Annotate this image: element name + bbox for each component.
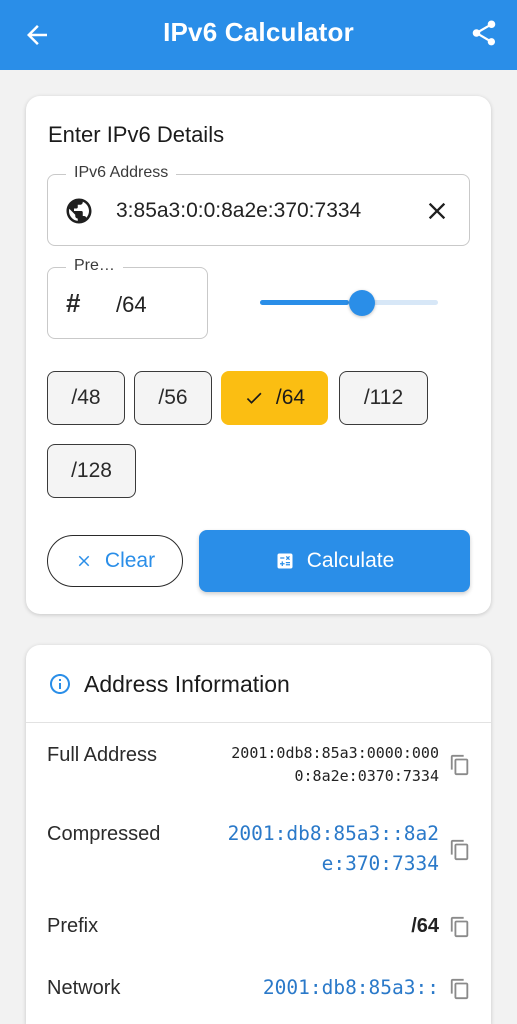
clear-button-label: Clear bbox=[104, 549, 156, 572]
close-icon bbox=[78, 555, 90, 567]
page-title: IPv6 Calculator bbox=[163, 17, 354, 47]
full-address-value: 2001:0db8:85a3:0000:0000:8a2e:0370:7334 bbox=[231, 744, 439, 785]
prefix-chip-56[interactable]: /56 bbox=[134, 371, 212, 425]
slider-thumb[interactable] bbox=[349, 290, 375, 316]
clear-input-icon[interactable] bbox=[423, 197, 451, 225]
copy-icon[interactable] bbox=[449, 916, 471, 938]
calculate-button-label: Calculate bbox=[306, 549, 395, 572]
prefix-chip-112[interactable]: /112 bbox=[339, 371, 428, 425]
prefix-chip-128[interactable]: /128 bbox=[47, 444, 136, 498]
input-card-title: Enter IPv6 Details bbox=[48, 122, 225, 147]
chip-label: /112 bbox=[363, 386, 404, 409]
compressed-label: Compressed bbox=[47, 823, 161, 845]
copy-icon[interactable] bbox=[449, 754, 471, 776]
slider-fill bbox=[260, 300, 349, 305]
chip-label: /128 bbox=[71, 459, 112, 482]
chip-label: /48 bbox=[71, 386, 101, 409]
info-card-header: Address Information bbox=[26, 645, 491, 723]
info-icon bbox=[50, 674, 70, 694]
ipv6-address-label: IPv6 Address bbox=[66, 164, 177, 182]
copy-icon[interactable] bbox=[449, 839, 471, 861]
prefix-label: Prefix bbox=[47, 915, 99, 937]
prefix-field-label: Pre… bbox=[66, 257, 123, 275]
chip-label: /56 bbox=[158, 386, 188, 409]
prefix-chip-48[interactable]: /48 bbox=[47, 371, 125, 425]
address-information-card: Address Information Full Address 2001:0d… bbox=[26, 645, 491, 1024]
prefix-chip-64[interactable]: /64 bbox=[221, 371, 328, 425]
ipv6-address-field[interactable]: IPv6 Address 3:85a3:0:0:8a2e:370:7334 bbox=[47, 164, 470, 246]
app-bar: IPv6 Calculator bbox=[0, 0, 517, 70]
prefix-value: /64 bbox=[411, 915, 439, 937]
prefix-field-value[interactable]: /64 bbox=[116, 292, 147, 318]
ipv6-input-card: Enter IPv6 Details IPv6 Address 3:85a3:0… bbox=[26, 96, 491, 614]
calculate-button[interactable]: Calculate bbox=[199, 530, 470, 592]
calculator-icon bbox=[277, 553, 293, 569]
clear-button[interactable]: Clear bbox=[47, 535, 183, 587]
hash-icon: # bbox=[66, 288, 81, 318]
network-value: 2001:db8:85a3:: bbox=[262, 976, 439, 999]
copy-icon[interactable] bbox=[449, 978, 471, 1000]
prefix-field[interactable]: Pre… # /64 bbox=[47, 257, 208, 339]
globe-icon bbox=[66, 198, 92, 224]
full-address-label: Full Address bbox=[47, 744, 158, 766]
chip-label: /64 bbox=[275, 386, 306, 409]
check-icon bbox=[246, 392, 262, 404]
ipv6-address-value[interactable]: 3:85a3:0:0:8a2e:370:7334 bbox=[116, 199, 400, 223]
info-card-title: Address Information bbox=[84, 671, 290, 697]
compressed-value: 2001:db8:85a3::8a2e:370:7334 bbox=[227, 822, 439, 875]
network-label: Network bbox=[47, 977, 121, 999]
share-icon[interactable] bbox=[469, 18, 499, 48]
prefix-slider[interactable] bbox=[260, 288, 438, 318]
